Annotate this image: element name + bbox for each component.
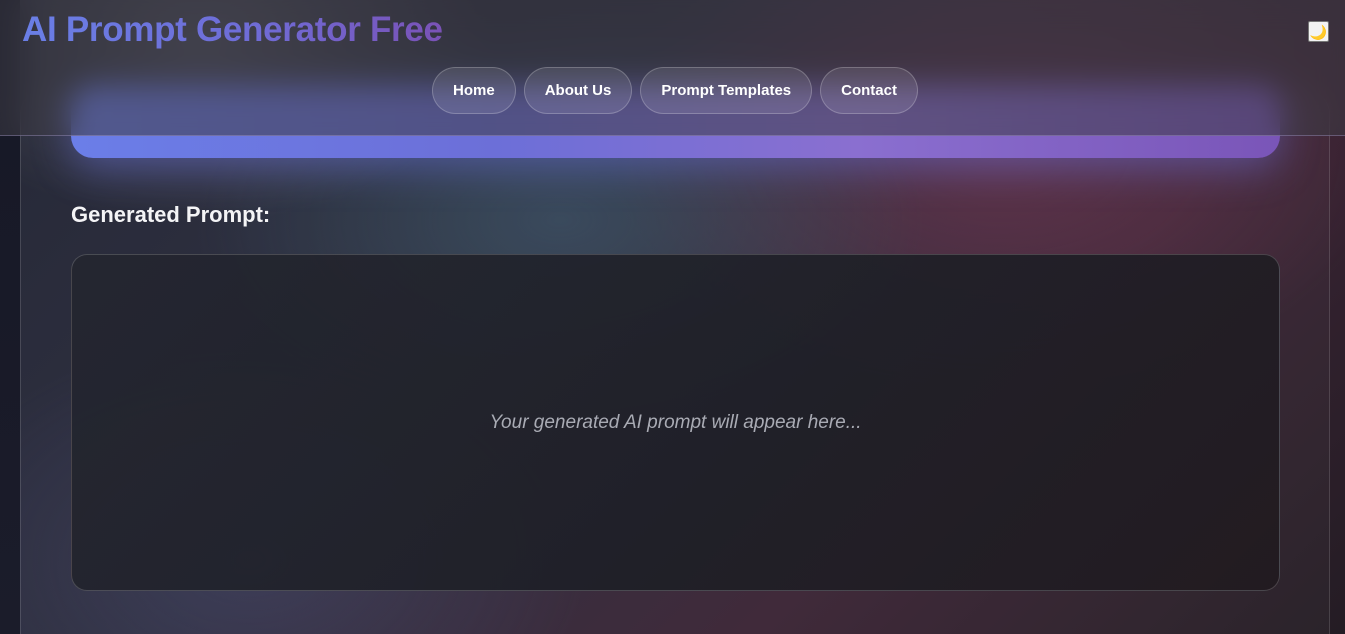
site-title[interactable]: AI Prompt Generator Free <box>22 10 443 50</box>
nav-item-about-us[interactable]: About Us <box>523 67 633 114</box>
nav-item-home[interactable]: Home <box>432 67 516 114</box>
generated-prompt-output[interactable]: Your generated AI prompt will appear her… <box>71 254 1280 591</box>
main-nav: Home About Us Prompt Templates Contact <box>0 67 1345 114</box>
site-header: AI Prompt Generator Free 🌙 Home About Us… <box>0 0 1345 136</box>
moon-icon: 🌙 <box>1309 23 1328 40</box>
output-placeholder-text: Your generated AI prompt will appear her… <box>489 411 862 433</box>
theme-toggle-button[interactable]: 🌙 <box>1308 21 1329 42</box>
generated-prompt-heading: Generated Prompt: <box>71 202 271 227</box>
nav-item-prompt-templates[interactable]: Prompt Templates <box>640 67 813 114</box>
nav-item-contact[interactable]: Contact <box>820 67 918 114</box>
